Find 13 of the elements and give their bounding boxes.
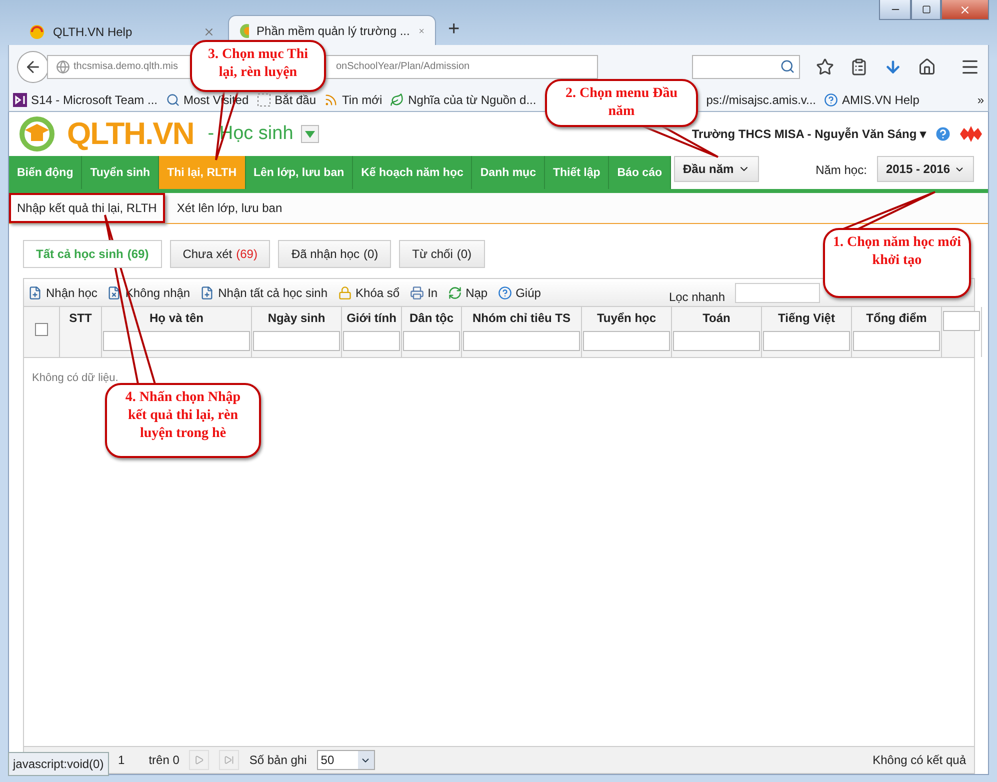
callout-tooltip: 2. Chọn menu Đầu năm <box>545 79 698 127</box>
status-link-tooltip: javascript:void(0) <box>8 752 109 776</box>
quick-filter-label: Lọc nhanh <box>668 290 725 304</box>
year-label: Năm học: <box>816 162 867 176</box>
callout-tooltip: 3. Chọn mục Thi lại, rèn luyện <box>190 40 326 92</box>
page-count: trên 0 <box>148 753 180 767</box>
callout-tooltip: 4. Nhấn chọn Nhập kết quả thi lại, rèn luyện trong hè <box>105 383 261 458</box>
result-count: Không có kết quả <box>872 753 966 767</box>
app-logo: QLTH.VN <box>67 116 194 152</box>
page-number: 1 <box>118 753 125 767</box>
callout-tooltip: 1. Chọn năm học mới khởi tạo <box>823 228 971 298</box>
page-size-label: Số bản ghi <box>249 753 307 767</box>
empty-message: Không có dữ liệu. <box>32 372 118 384</box>
